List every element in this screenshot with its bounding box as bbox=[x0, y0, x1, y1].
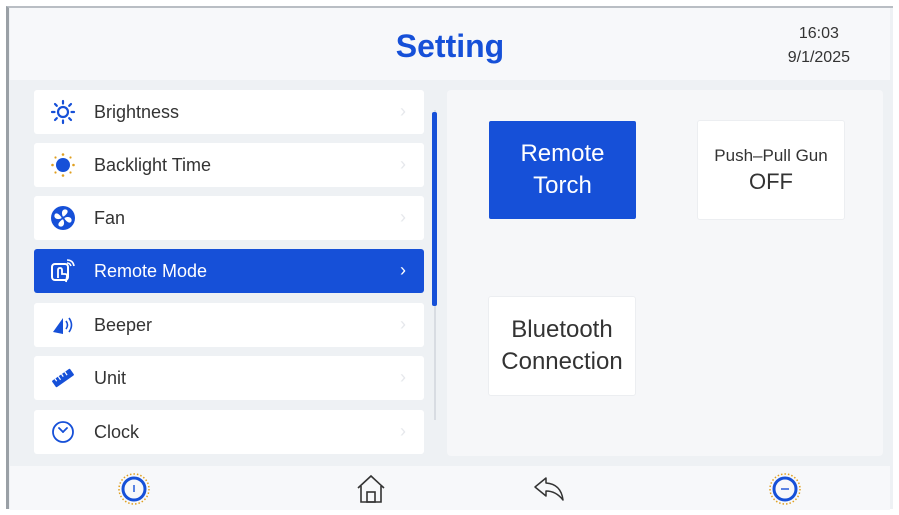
menu-item-beeper[interactable]: Beeper › bbox=[34, 303, 424, 347]
menu-item-remote-mode[interactable]: Remote Mode › bbox=[34, 249, 424, 293]
bluetooth-line2: Connection bbox=[501, 348, 623, 375]
clock-display: 16:03 9/1/2025 bbox=[788, 22, 850, 70]
chevron-right-icon: › bbox=[400, 260, 406, 280]
remote-torch-button[interactable]: Remote Torch bbox=[489, 121, 636, 219]
scrollbar-thumb[interactable] bbox=[432, 112, 437, 306]
bluetooth-line1: Bluetooth bbox=[511, 316, 613, 343]
ruler-icon bbox=[50, 365, 76, 391]
time-text: 16:03 bbox=[798, 25, 839, 42]
chevron-right-icon: › bbox=[400, 421, 406, 441]
clock-icon bbox=[50, 419, 76, 445]
menu-label-brightness: Brightness bbox=[94, 101, 180, 122]
bluetooth-connection-button[interactable]: Bluetooth Connection bbox=[488, 296, 636, 396]
chevron-right-icon: › bbox=[400, 207, 406, 227]
remote-torch-line2: Torch bbox=[533, 172, 592, 199]
chevron-right-icon: › bbox=[400, 367, 406, 387]
remote-touch-icon bbox=[50, 258, 76, 284]
push-pull-gun-label: Push–Pull Gun bbox=[714, 146, 828, 165]
date-text: 9/1/2025 bbox=[787, 49, 850, 66]
home-icon[interactable] bbox=[354, 472, 388, 506]
menu-label-remote-mode: Remote Mode bbox=[94, 260, 208, 281]
bottom-nav-bar bbox=[10, 466, 890, 510]
menu-item-fan[interactable]: Fan › bbox=[34, 196, 424, 240]
header-bar: Setting 16:03 9/1/2025 bbox=[10, 8, 890, 80]
backlight-icon bbox=[50, 152, 76, 178]
menu-item-clock[interactable]: Clock › bbox=[34, 410, 424, 454]
page-title: Setting bbox=[395, 28, 505, 64]
chevron-right-icon: › bbox=[400, 314, 406, 334]
menu-label-backlight-time: Backlight Time bbox=[94, 154, 212, 175]
menu-item-brightness[interactable]: Brightness › bbox=[34, 90, 424, 134]
sun-icon bbox=[50, 99, 76, 125]
menu-item-unit[interactable]: Unit › bbox=[34, 356, 424, 400]
knob-left-icon[interactable] bbox=[117, 472, 151, 506]
chevron-right-icon: › bbox=[400, 101, 406, 121]
speaker-icon bbox=[50, 312, 76, 338]
push-pull-gun-value: OFF bbox=[749, 169, 793, 194]
settings-menu: Brightness › Backlight Time › Fan › Remo… bbox=[30, 90, 430, 460]
remote-torch-line1: Remote bbox=[520, 140, 605, 167]
menu-label-fan: Fan bbox=[94, 207, 126, 228]
back-icon[interactable] bbox=[532, 472, 566, 506]
fan-icon bbox=[50, 205, 76, 231]
menu-label-beeper: Beeper bbox=[94, 314, 153, 335]
menu-item-backlight-time[interactable]: Backlight Time › bbox=[34, 143, 424, 187]
menu-label-clock: Clock bbox=[94, 421, 140, 442]
menu-label-unit: Unit bbox=[94, 367, 127, 388]
remote-mode-panel: Remote Torch Push–Pull Gun OFF Bluetooth… bbox=[447, 90, 883, 456]
chevron-right-icon: › bbox=[400, 154, 406, 174]
push-pull-gun-button[interactable]: Push–Pull Gun OFF bbox=[697, 120, 845, 220]
knob-right-icon[interactable] bbox=[768, 472, 802, 506]
